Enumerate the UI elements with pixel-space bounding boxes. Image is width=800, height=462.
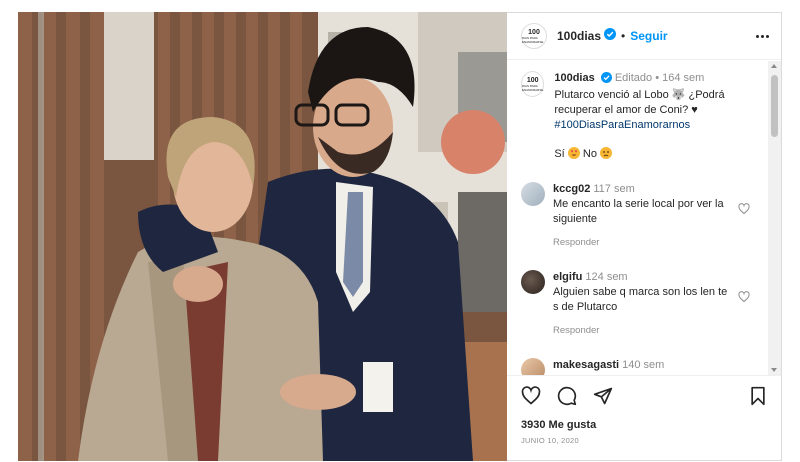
comment-icon[interactable] [557,386,577,411]
caption-text: Plutarco venció al Lobo 🐺 ¿Podrá recuper… [554,89,725,116]
comment-like-icon[interactable] [738,290,750,308]
verified-icon [600,72,612,88]
poll-yes: Sí [554,148,565,160]
comment-text: Alguien sabe q marca son los len te s de… [553,286,728,313]
avatar-logo-text: 100 [528,28,540,36]
more-options-icon[interactable] [756,34,769,38]
heart-icon[interactable] [521,385,541,411]
scroll-thumb[interactable] [771,75,778,137]
comment-text: Me encanto la serie local por ver la sig… [553,198,724,225]
post-photo[interactable] [18,12,507,461]
account-username[interactable]: 100dias [557,29,601,43]
commenter-username[interactable]: makesagasti [553,359,619,371]
account-avatar[interactable]: 100 DIAS PARA ENAMORARSE [521,23,547,49]
caption-poll: Sí No [554,147,754,162]
caption-avatar-logo-subtext: DIAS PARA ENAMORARSE [522,83,544,92]
comment-body: makesagasti 140 sem [553,358,733,375]
heart-eyes-emoji [567,147,580,159]
separator-dot: • [621,29,626,43]
reply-button[interactable]: Responder [553,323,733,338]
comments-scrollbar[interactable] [768,61,781,375]
post-image [18,12,507,461]
sad-emoji [600,147,612,159]
comment-body: elgifu 124 sem Alguien sabe q marca son … [553,270,733,338]
commenter-avatar[interactable] [521,358,545,375]
scroll-down-arrow-icon[interactable] [771,368,777,372]
comment-time: 124 sem [585,271,628,283]
comment-time: 117 sem [593,183,635,195]
caption-hashtag[interactable]: #100DiasParaEnamorarnos [554,118,754,133]
post-date: JUNIO 10, 2020 [521,436,579,445]
avatar-logo-subtext: DIAS PARA ENAMORARSE [522,35,544,44]
caption-edited: Editado [614,72,653,84]
caption-avatar-logo-text: 100 [526,76,539,84]
caption-username[interactable]: 100dias [554,72,594,84]
comment-body: kccg02 117 sem Me encanto la serie local… [553,182,733,250]
comment-item: makesagasti 140 sem [521,358,754,375]
comment-item: kccg02 117 sem Me encanto la serie local… [521,182,754,250]
post-panel: 100 DIAS PARA ENAMORARSE 100dias • Segui… [507,12,782,461]
caption-avatar[interactable]: 100 DIAS PARA ENAMORARSE [521,71,545,97]
follow-button[interactable]: Seguir [630,29,667,43]
commenter-avatar[interactable] [521,270,545,294]
verified-icon [604,27,617,45]
comment-item: elgifu 124 sem Alguien sabe q marca son … [521,270,754,338]
save-icon[interactable] [749,386,767,411]
caption-separator: • [655,72,660,84]
reply-button[interactable]: Responder [553,235,733,250]
commenter-avatar[interactable] [521,182,545,206]
action-icons [521,385,767,411]
share-icon[interactable] [593,386,613,411]
comment-time: 140 sem [622,359,665,371]
post-caption: 100 DIAS PARA ENAMORARSE 100dias Editado… [521,71,754,162]
likes-count[interactable]: 3930 Me gusta [521,419,767,431]
caption-body: 100dias Editado • 164 sem Plutarco venci… [554,71,754,162]
post-header: 100 DIAS PARA ENAMORARSE 100dias • Segui… [507,13,781,60]
caption-time: 164 sem [662,72,705,84]
commenter-username[interactable]: elgifu [553,271,582,283]
poll-no: No [582,148,597,160]
comments-list[interactable]: 100 DIAS PARA ENAMORARSE 100dias Editado… [507,61,768,375]
commenter-username[interactable]: kccg02 [553,183,590,195]
comment-like-icon[interactable] [738,202,750,220]
post-actions: 3930 Me gusta JUNIO 10, 2020 [507,375,781,445]
scroll-up-arrow-icon[interactable] [771,64,777,68]
